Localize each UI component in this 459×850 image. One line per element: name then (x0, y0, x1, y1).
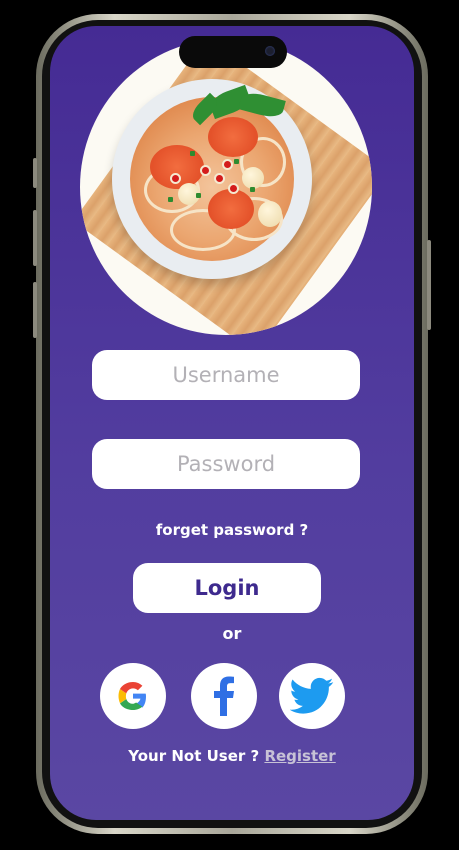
twitter-icon (290, 677, 334, 714)
herb-piece (250, 187, 255, 192)
chili-slice (222, 159, 233, 170)
phone-side-button (427, 240, 431, 330)
soup-broth (130, 84, 294, 261)
phone-side-button (33, 210, 37, 266)
herb-piece (190, 151, 195, 156)
register-prompt: Your Not User ? Register (50, 747, 414, 765)
or-divider-text: or (222, 624, 242, 643)
chili-slice (228, 183, 239, 194)
herb-piece (196, 193, 201, 198)
shrimp (208, 189, 254, 229)
twitter-login-button[interactable] (279, 663, 345, 729)
chili-slice (170, 173, 181, 184)
username-input[interactable] (92, 350, 360, 400)
herb-piece (234, 159, 239, 164)
google-icon (118, 682, 146, 710)
noodle-bowl (112, 79, 312, 279)
herb-piece (168, 197, 173, 202)
chili-slice (214, 173, 225, 184)
login-button[interactable]: Login (133, 563, 321, 613)
forgot-password-link[interactable]: forget password ? (50, 521, 414, 539)
register-prompt-text: Your Not User ? (128, 747, 265, 765)
food-image (80, 39, 372, 335)
google-login-button[interactable] (100, 663, 166, 729)
password-input[interactable] (92, 439, 360, 489)
phone-side-button (33, 282, 37, 338)
chili-slice (200, 165, 211, 176)
register-link[interactable]: Register (264, 747, 335, 765)
phone-side-button (33, 158, 37, 188)
front-camera (265, 46, 275, 56)
facebook-icon (214, 676, 234, 716)
quail-egg (258, 201, 282, 227)
facebook-login-button[interactable] (191, 663, 257, 729)
app-screen: forget password ? Login or Your Not User… (50, 26, 414, 820)
dynamic-island (179, 36, 287, 68)
quail-egg (242, 167, 264, 189)
shrimp (208, 117, 258, 157)
